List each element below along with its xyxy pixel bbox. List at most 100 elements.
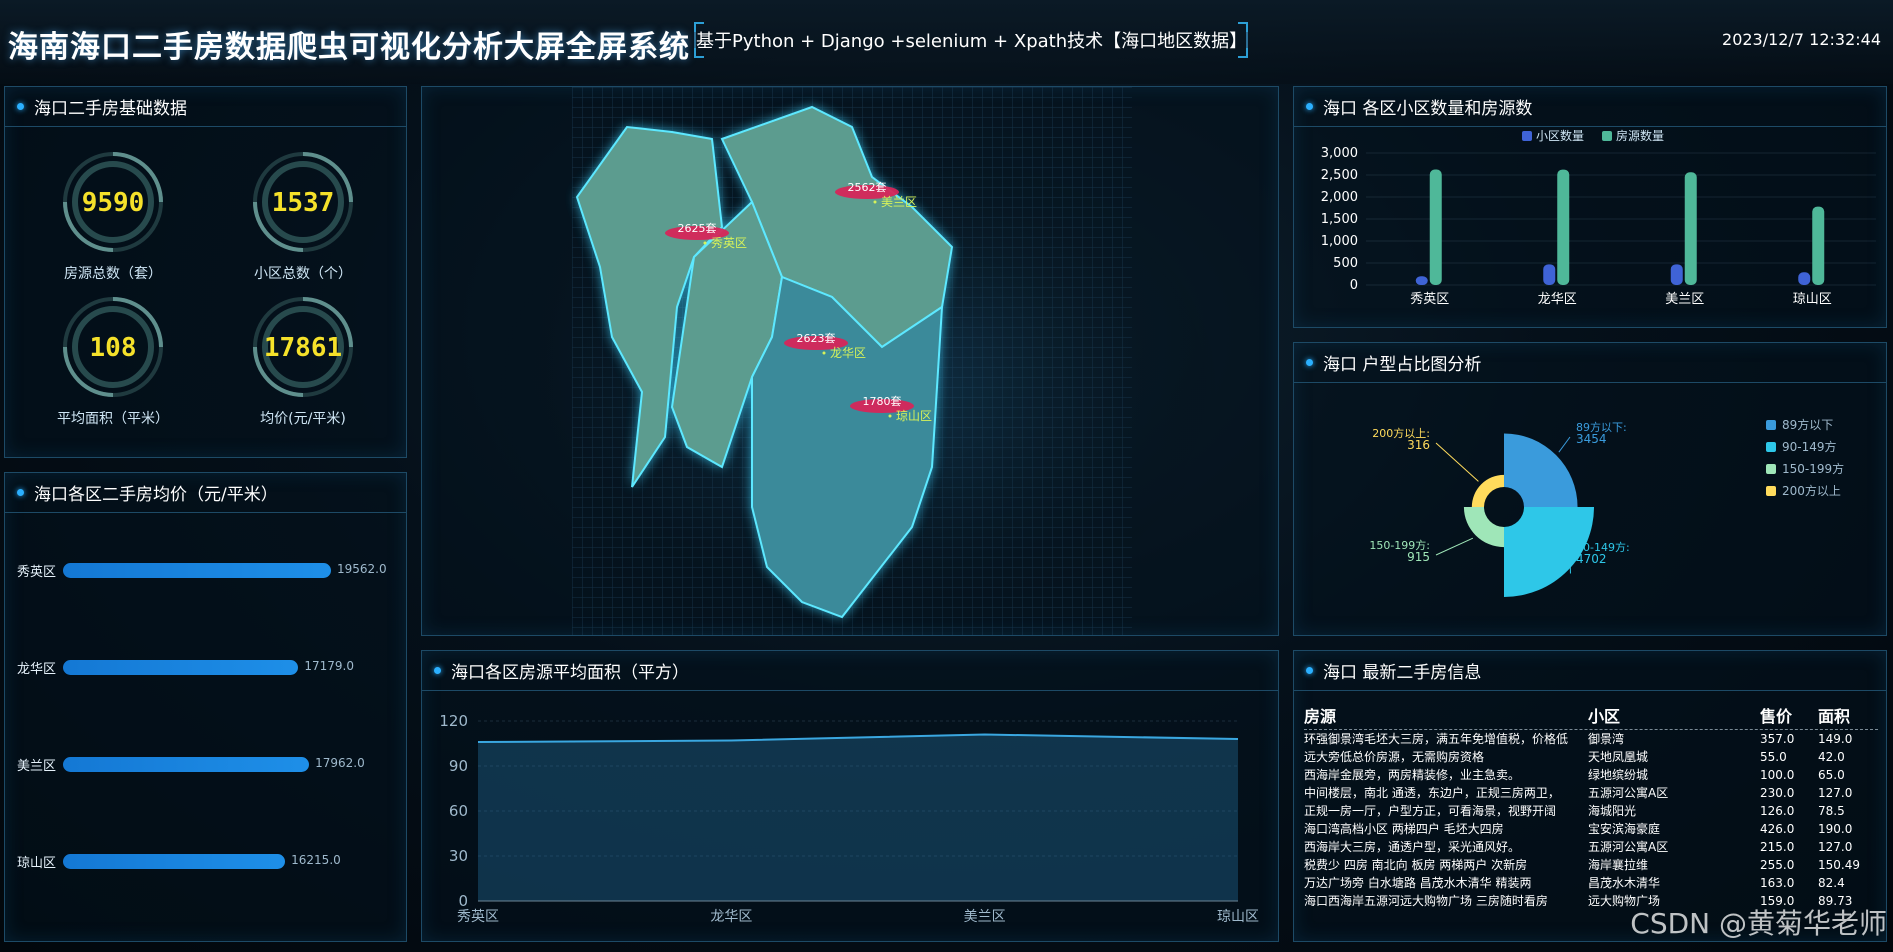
map-district-label: 龙华区	[830, 346, 866, 360]
x-tick: 秀英区	[457, 908, 499, 925]
district-bar	[1684, 172, 1697, 285]
y-tick: 1,500	[1321, 212, 1358, 227]
table-row[interactable]: 西海岸大三房，通透户型，采光通风好。 五源河公寓A区 215.0 127.0	[1304, 838, 1878, 856]
panel-header: 海口二手房基础数据	[5, 87, 406, 127]
bullet-icon	[1306, 103, 1313, 110]
bar-label: 美兰区	[17, 759, 57, 774]
subtitle-frame: 基于Python + Django +selenium + Xpath技术【海口…	[694, 22, 1248, 58]
map-district-label: 秀英区	[711, 236, 747, 250]
pie-leader-line	[1558, 436, 1571, 453]
panel-title: 海口 各区小区数量和房源数	[1323, 99, 1533, 119]
table-cell: 190.0	[1818, 822, 1853, 836]
table-cell: 宝安滨海豪庭	[1588, 822, 1661, 836]
table-cell: 127.0	[1818, 840, 1853, 854]
table-header: 房源 小区 售价 面积	[1304, 703, 1878, 730]
table-cell: 天地凤凰城	[1588, 750, 1649, 764]
table-cell: 万达广场旁 白水塘路 昌茂水木清华 精装两	[1304, 876, 1532, 890]
y-tick: 1,000	[1321, 234, 1358, 249]
price-panel: 海口各区二手房均价（元/平米） 秀英区 19562.0 龙华区 17179.0 美兰区 1…	[4, 472, 407, 942]
table-cell: 255.0	[1760, 858, 1795, 872]
table-cell: 远大旁低总价房源，无需购房资格	[1304, 750, 1485, 764]
panel-header: 海口各区房源平均面积（平方）	[422, 651, 1278, 691]
legend-swatch	[1522, 131, 1532, 141]
header-price: 售价	[1760, 707, 1793, 726]
legend-swatch	[1602, 131, 1612, 141]
table-cell: 海口西海岸五源河远大购物广场 三房随时看房	[1304, 894, 1548, 908]
stat-value: 1537	[272, 188, 335, 218]
price-bar	[63, 563, 331, 578]
district-chart: 小区数量 房源数量 0 500 1,000 1,500 2,000 2,500 3,000 秀英区…	[1321, 128, 1876, 307]
stat-card: 9590 房源总数（套）	[33, 147, 193, 283]
map-count-label: 2625套	[678, 222, 717, 235]
gauge-ring: 108	[63, 297, 163, 397]
table-row[interactable]: 万达广场旁 白水塘路 昌茂水木清华 精装两 昌茂水木清华 163.0 82.4	[1304, 874, 1878, 892]
layout-pie-chart: 89方以下:345490-149方:4702150-199方:915200方以上…	[1369, 417, 1844, 597]
price-bar-row: 龙华区 17179.0	[5, 652, 405, 682]
y-tick: 120	[439, 712, 468, 730]
legend-label: 150-199方	[1782, 461, 1844, 476]
table-cell: 绿地缤纷城	[1588, 768, 1649, 782]
price-bar-row: 秀英区 19562.0	[5, 555, 405, 585]
panel-header: 海口 最新二手房信息	[1294, 651, 1886, 691]
area-fill	[478, 734, 1238, 901]
gauge-ring: 9590	[63, 152, 163, 252]
stat-label: 房源总数（套）	[64, 266, 162, 282]
bullet-icon	[1306, 359, 1313, 366]
legend-swatch	[1766, 464, 1776, 474]
table-row[interactable]: 税费少 四房 南北向 板房 两梯两户 次新房 海岸襄拉维 255.0 150.49	[1304, 856, 1878, 874]
stat-label: 小区总数（个）	[254, 266, 352, 282]
bullet-icon	[17, 489, 24, 496]
district-bar	[1557, 169, 1570, 285]
pie-label-value: 3454	[1576, 432, 1607, 446]
pie-slice[interactable]	[1463, 507, 1504, 548]
district-bar	[1415, 276, 1428, 285]
x-tick: 龙华区	[710, 909, 752, 925]
basic-stats-panel: 海口二手房基础数据 9590 房源总数（套） 1537 小区总数（个） 108 平均面积（…	[4, 86, 407, 458]
area-panel: 海口各区房源平均面积（平方） 0 30 60 90 120 秀英区 龙华区 美兰区 琼山区	[421, 650, 1279, 942]
district-bar	[1798, 272, 1811, 285]
price-bar	[63, 854, 286, 869]
table-row[interactable]: 中间楼层，南北 通透，东边户，正规三房两卫， 五源河公寓A区 230.0 127.0	[1304, 784, 1878, 802]
latest-panel: 海口 最新二手房信息 房源 小区 售价 面积 环强御景湾毛坯大三房，满五年免增值…	[1293, 650, 1887, 942]
table-cell: 149.0	[1818, 732, 1853, 746]
table-cell: 五源河公寓A区	[1588, 840, 1669, 854]
table-cell: 环强御景湾毛坯大三房，满五年免增值税，价格低	[1304, 732, 1569, 746]
table-cell: 215.0	[1760, 840, 1795, 854]
bar-value: 17179.0	[304, 659, 354, 673]
y-tick: 0	[1350, 278, 1358, 293]
table-row[interactable]: 环强御景湾毛坯大三房，满五年免增值税，价格低 御景湾 357.0 149.0	[1304, 730, 1878, 748]
table-row[interactable]: 海口湾高档小区 两梯四户 毛坯大四房 宝安滨海豪庭 426.0 190.0	[1304, 820, 1878, 838]
panel-title: 海口 户型占比图分析	[1323, 355, 1482, 375]
x-tick: 龙华区	[1538, 292, 1577, 307]
gauge-ring: 17861	[253, 297, 353, 397]
table-cell: 78.5	[1818, 804, 1845, 818]
stat-card: 17861 均价(元/平米)	[223, 292, 383, 428]
table-cell: 五源河公寓A区	[1588, 786, 1669, 800]
stat-card: 108 平均面积（平米）	[33, 292, 193, 428]
price-bar-row: 琼山区 16215.0	[5, 846, 405, 876]
map-panel: 2625套 秀英区 2562套 美兰区 2623套 龙华区 1780套 琼山区	[421, 86, 1279, 636]
latest-table: 房源 小区 售价 面积 环强御景湾毛坯大三房，满五年免增值税，价格低 御景湾 357…	[1304, 703, 1878, 910]
x-tick: 秀英区	[1410, 292, 1449, 307]
map-count-label: 1780套	[863, 395, 902, 408]
table-cell: 126.0	[1760, 804, 1795, 818]
table-cell: 御景湾	[1588, 732, 1625, 746]
bar-label: 龙华区	[17, 662, 57, 677]
pie-slice[interactable]	[1504, 433, 1578, 507]
table-cell: 100.0	[1760, 768, 1795, 782]
table-cell: 西海岸金展旁，两房精装修，业主急卖。	[1304, 768, 1521, 782]
map-district-label: 美兰区	[881, 195, 917, 209]
table-row[interactable]: 正规一房一厅，户型方正，可看海景，视野开阔 海城阳光 126.0 78.5	[1304, 802, 1878, 820]
table-row[interactable]: 远大旁低总价房源，无需购房资格 天地凤凰城 55.0 42.0	[1304, 748, 1878, 766]
map-chart: 2625套秀英区 2562套美兰区 2623套龙华区 1780套琼山区	[472, 87, 1232, 635]
y-tick: 500	[1333, 256, 1358, 271]
legend-label: 90-149方	[1782, 439, 1837, 454]
map-district-label: 琼山区	[896, 408, 932, 423]
price-bar	[63, 757, 310, 772]
bullet-icon	[17, 103, 24, 110]
table-cell: 税费少 四房 南北向 板房 两梯两户 次新房	[1304, 858, 1528, 872]
table-row[interactable]: 西海岸金展旁，两房精装修，业主急卖。 绿地缤纷城 100.0 65.0	[1304, 766, 1878, 784]
table-cell: 230.0	[1760, 786, 1795, 800]
panel-title: 海口二手房基础数据	[34, 99, 187, 119]
table-cell: 海岸襄拉维	[1588, 858, 1649, 872]
